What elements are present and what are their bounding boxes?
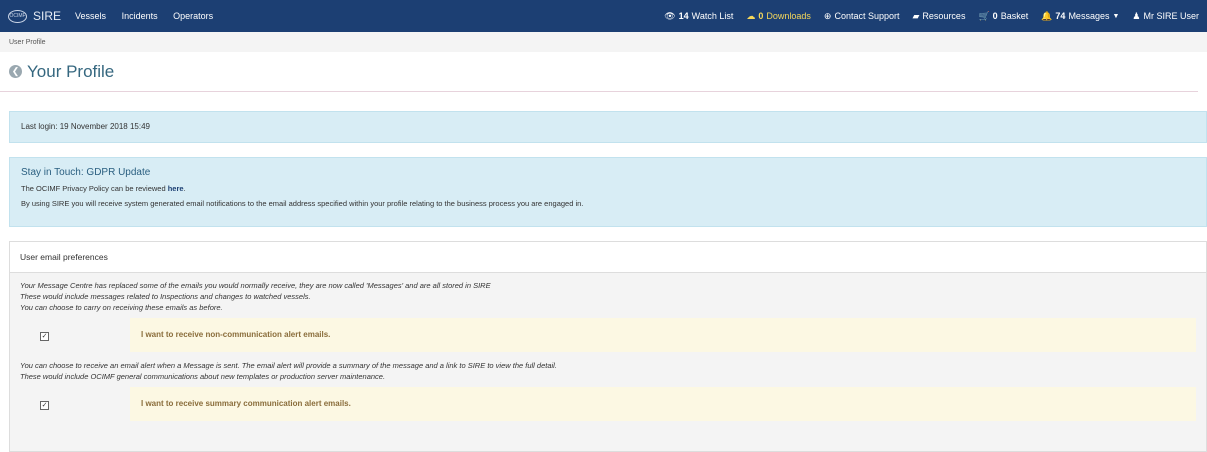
option-label-2: I want to receive summary communication … — [130, 387, 1196, 421]
watch-label: Watch List — [691, 11, 734, 21]
intro2-line: You can choose to receive an email alert… — [20, 361, 557, 370]
intro-line: You can choose to carry on receiving the… — [20, 303, 223, 312]
page-title: Your Profile — [27, 61, 115, 81]
panel-body: Your Message Centre has replaced some of… — [10, 273, 1206, 436]
non-communication-checkbox[interactable]: ✓ — [40, 331, 49, 341]
nav-resources[interactable]: ▰ Resources — [913, 11, 966, 22]
nav-contact-support[interactable]: ⊕ Contact Support — [824, 11, 900, 22]
nav-messages[interactable]: 🔔 74 Messages ▼ — [1041, 11, 1119, 22]
gdpr-notice: By using SIRE you will receive system ge… — [21, 199, 584, 208]
watch-count: 14 — [678, 11, 689, 21]
last-login-alert: Last login: 19 November 2018 15:49 — [9, 111, 1207, 143]
caret-down-icon: ▼ — [1112, 12, 1120, 20]
gdpr-alert: Stay in Touch: GDPR Update The OCIMF Pri… — [9, 157, 1207, 227]
option-row-2: ✓ I want to receive summary communicatio… — [20, 387, 1196, 421]
support-label: Contact Support — [834, 11, 900, 21]
cloud-download-icon: ☁ — [746, 10, 756, 21]
book-icon: ▰ — [912, 10, 920, 21]
nav-user[interactable]: ♟ Mr SIRE User — [1132, 11, 1199, 22]
checkbox-cell: ✓ — [20, 399, 130, 410]
nav-downloads[interactable]: ☁ 0 Downloads — [746, 11, 811, 22]
intro-line: Your Message Centre has replaced some of… — [20, 281, 491, 290]
privacy-link[interactable]: here — [168, 184, 184, 193]
page-title-row: ❮ Your Profile — [0, 52, 1198, 92]
nav-basket[interactable]: 🛒 0 Basket — [978, 11, 1028, 22]
user-icon: ♟ — [1132, 10, 1141, 21]
option-label-1: I want to receive non-communication aler… — [130, 318, 1196, 352]
basket-count: 0 — [992, 11, 998, 21]
breadcrumb: User Profile — [0, 32, 1207, 52]
top-navbar: OCIMF SIRE Vessels Incidents Operators 👁… — [0, 0, 1207, 32]
messages-label: Messages — [1068, 11, 1110, 21]
nav-vessels[interactable]: Vessels — [75, 11, 106, 21]
summary-communication-checkbox[interactable]: ✓ — [40, 400, 49, 410]
option-row-1: ✓ I want to receive non-communication al… — [20, 318, 1196, 352]
ocimf-logo: OCIMF — [8, 9, 27, 23]
downloads-count: 0 — [758, 11, 764, 21]
resources-label: Resources — [922, 11, 966, 21]
email-preferences-panel: User email preferences Your Message Cent… — [9, 241, 1207, 452]
nav-operators[interactable]: Operators — [173, 11, 213, 21]
back-arrow-icon[interactable]: ❮ — [9, 65, 22, 78]
downloads-label: Downloads — [766, 11, 811, 21]
checkbox-cell: ✓ — [20, 330, 130, 341]
nav-watch-list[interactable]: 👁 14 Watch List — [664, 11, 733, 22]
brand-title: SIRE — [33, 9, 62, 23]
nav-left: Vessels Incidents Operators — [75, 11, 226, 21]
intro2-line: These would include OCIMF general commun… — [20, 372, 386, 381]
basket-label: Basket — [1000, 11, 1029, 21]
privacy-line: The OCIMF Privacy Policy can be reviewed… — [21, 184, 1195, 193]
nav-incidents[interactable]: Incidents — [122, 11, 158, 21]
intro-line: These would include messages related to … — [20, 292, 311, 301]
gdpr-heading: Stay in Touch: GDPR Update — [21, 167, 151, 178]
privacy-prefix: The OCIMF Privacy Policy can be reviewed — [21, 184, 168, 193]
lifebuoy-icon: ⊕ — [823, 10, 832, 21]
user-label: Mr SIRE User — [1143, 11, 1199, 21]
privacy-suffix: . — [183, 184, 186, 193]
nav-right: 👁 14 Watch List ☁ 0 Downloads ⊕ Contact Suppo… — [651, 11, 1199, 22]
messages-count: 74 — [1055, 11, 1066, 21]
eye-icon: 👁 — [664, 10, 676, 21]
bell-icon: 🔔 — [1041, 10, 1053, 21]
cart-icon: 🛒 — [978, 10, 990, 21]
panel-heading: User email preferences — [10, 242, 1206, 273]
brand[interactable]: OCIMF SIRE — [8, 9, 61, 23]
